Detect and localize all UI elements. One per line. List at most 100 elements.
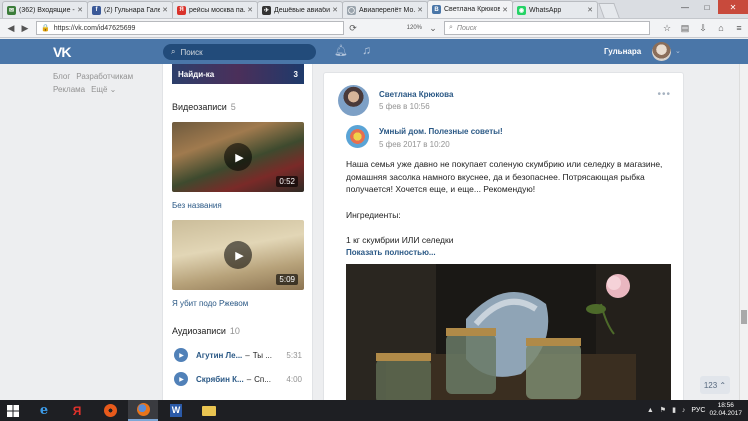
tab-label: (2) Гульнара Гале... <box>104 6 160 14</box>
firefox-icon[interactable] <box>128 400 158 421</box>
link-developers[interactable]: Разработчикам <box>76 72 133 81</box>
tab-favicon-icon: ◉ <box>517 5 526 15</box>
more-icon[interactable]: ••• <box>657 89 671 100</box>
search-icon: ⌕ <box>449 24 453 31</box>
tab-label: Светлана Крюкова <box>444 6 501 13</box>
volume-icon[interactable]: ♪ <box>682 407 686 414</box>
clipboard-icon[interactable]: ▤ <box>676 23 694 34</box>
windows-start-icon[interactable] <box>0 400 26 421</box>
browser-tab[interactable]: f(2) Гульнара Гале...✕ <box>87 1 173 18</box>
tab-close-icon[interactable]: ✕ <box>247 6 253 14</box>
browser-tab[interactable]: ✉(362) Входящие - ...✕ <box>2 1 88 18</box>
browser-search-field[interactable]: ⌕ Поиск <box>444 21 650 35</box>
post-date[interactable]: 5 фев в 10:56 <box>379 102 430 111</box>
audio-duration: 4:00 <box>286 374 302 384</box>
home-icon[interactable]: ⌂ <box>712 23 730 34</box>
link-more[interactable]: Ещё ⌄ <box>91 85 116 94</box>
tab-close-icon[interactable]: ✕ <box>417 6 423 14</box>
tab-close-icon[interactable]: ✕ <box>587 6 593 14</box>
page-counter-badge[interactable]: 123 ⌃ <box>700 376 730 394</box>
user-name[interactable]: Гульнара <box>604 47 641 56</box>
new-tab-button[interactable] <box>598 3 620 18</box>
close-window-button[interactable]: ✕ <box>718 0 748 14</box>
play-icon[interactable]: ▶ <box>174 372 188 386</box>
clock[interactable]: 18:56 02.04.2017 <box>709 402 742 418</box>
clock-time: 18:56 <box>717 402 734 409</box>
back-icon[interactable]: ◀ <box>4 21 18 35</box>
browser-tab[interactable]: B Светлана Крюкова ✕ <box>427 0 513 18</box>
tab-close-icon[interactable]: ✕ <box>332 6 338 14</box>
browser-tab[interactable]: ✈ Дешёвые авиаби... ✕ <box>257 1 343 18</box>
audio-artist[interactable]: Скрябин К... <box>196 375 244 384</box>
repost-author[interactable]: Умный дом. Полезные советы! <box>379 127 503 136</box>
tab-close-icon[interactable]: ✕ <box>162 6 168 14</box>
network-icon[interactable]: ▮ <box>672 406 676 414</box>
language-indicator[interactable]: РУС <box>691 407 705 414</box>
tab-close-icon[interactable]: ✕ <box>77 6 83 14</box>
dropdown-icon[interactable]: ⌄ <box>426 21 440 35</box>
post-author-avatar[interactable] <box>338 85 369 116</box>
audio-song: Сп... <box>254 374 271 384</box>
scrollbar-thumb[interactable] <box>741 310 747 324</box>
chevron-up-icon[interactable]: ▲ <box>647 407 654 414</box>
menu-icon[interactable]: ≡ <box>730 23 748 34</box>
address-bar: ◀ ▶ 🔒 https://vk.com/id47625699 ⟳ 120% ⌄… <box>0 19 748 38</box>
play-icon: ▶ <box>224 241 252 269</box>
zoom-level[interactable]: 120% <box>407 25 422 31</box>
avatar[interactable] <box>652 42 671 61</box>
browser-tab[interactable]: ◯ Авиаперелёт Мо... ✕ <box>342 1 428 18</box>
wall-post: Светлана Крюкова 5 фев в 10:56 ••• Умный… <box>323 72 684 402</box>
video-thumbnail[interactable]: ▶ 5:09 <box>172 220 304 290</box>
page-scrollbar[interactable] <box>739 64 748 400</box>
repost-date[interactable]: 5 фев 2017 в 10:20 <box>379 140 450 149</box>
videos-heading[interactable]: Видеозаписи 5 <box>172 102 236 112</box>
tab-favicon-icon: Я <box>177 5 186 15</box>
show-more-link[interactable]: Показать полностью... <box>346 248 436 257</box>
music-icon[interactable]: ♫ <box>362 43 371 57</box>
tab-close-icon[interactable]: ✕ <box>502 6 508 14</box>
post-text-paragraph: 1 кг скумбрии ИЛИ селедки <box>346 235 454 245</box>
post-author[interactable]: Светлана Крюкова <box>379 90 453 99</box>
audio-artist[interactable]: Агутин Ле... <box>196 351 242 360</box>
browser-tab[interactable]: ◉ WhatsApp ✕ <box>512 1 598 18</box>
video-title[interactable]: Я убит подо Ржевом <box>172 299 248 308</box>
tab-favicon-icon: ◯ <box>347 5 356 15</box>
audio-duration: 5:31 <box>286 350 302 360</box>
play-icon[interactable]: ▶ <box>174 348 188 362</box>
promo-card[interactable]: Найди-ка 3 <box>172 64 304 84</box>
search-icon: ⌕ <box>171 47 176 56</box>
file-explorer-icon[interactable] <box>194 400 224 421</box>
url-field[interactable]: 🔒 https://vk.com/id47625699 <box>36 21 344 35</box>
chevron-down-icon[interactable]: ⌄ <box>675 47 681 55</box>
maximize-button[interactable]: □ <box>696 0 718 14</box>
vk-search-input[interactable]: ⌕ Поиск <box>163 44 316 60</box>
post-photo[interactable] <box>346 264 671 402</box>
forward-icon[interactable]: ▶ <box>18 21 32 35</box>
star-icon[interactable]: ☆ <box>658 23 676 34</box>
download-icon[interactable]: ⇩ <box>694 23 712 34</box>
minimize-button[interactable]: — <box>674 0 696 14</box>
tab-label: WhatsApp <box>529 6 562 14</box>
internet-explorer-icon[interactable]: e <box>29 400 59 421</box>
flag-icon[interactable]: ⚑ <box>660 406 666 414</box>
tab-favicon-icon: ✈ <box>262 5 271 15</box>
repost-avatar[interactable] <box>346 125 369 148</box>
promo-card-count: 3 <box>293 69 298 79</box>
audios-count: 10 <box>229 326 240 336</box>
audio-row[interactable]: ▶ Скрябин К... – Сп... 4:00 <box>174 372 302 386</box>
video-title[interactable]: Без названия <box>172 201 222 210</box>
vk-logo[interactable]: VK <box>53 44 71 60</box>
browser-tab[interactable]: Ярейсы москва па... ✕ <box>172 1 258 18</box>
yandex-browser-icon[interactable]: Я <box>62 400 92 421</box>
refresh-icon[interactable]: ⟳ <box>346 21 360 35</box>
window-controls: — □ ✕ <box>674 0 748 14</box>
bell-icon[interactable]: 🔔︎ <box>334 44 348 57</box>
audios-heading[interactable]: Аудиозаписи 10 <box>172 326 240 336</box>
audio-row[interactable]: ▶ Агутин Ле... – Ты ... 5:31 <box>174 348 302 362</box>
word-icon[interactable]: W <box>161 400 191 421</box>
video-thumbnail[interactable]: ▶ 0:52 <box>172 122 304 192</box>
link-ads[interactable]: Реклама <box>53 85 85 94</box>
link-blog[interactable]: Блог <box>53 72 70 81</box>
tab-favicon-icon: B <box>432 5 441 14</box>
media-player-icon[interactable] <box>95 400 125 421</box>
